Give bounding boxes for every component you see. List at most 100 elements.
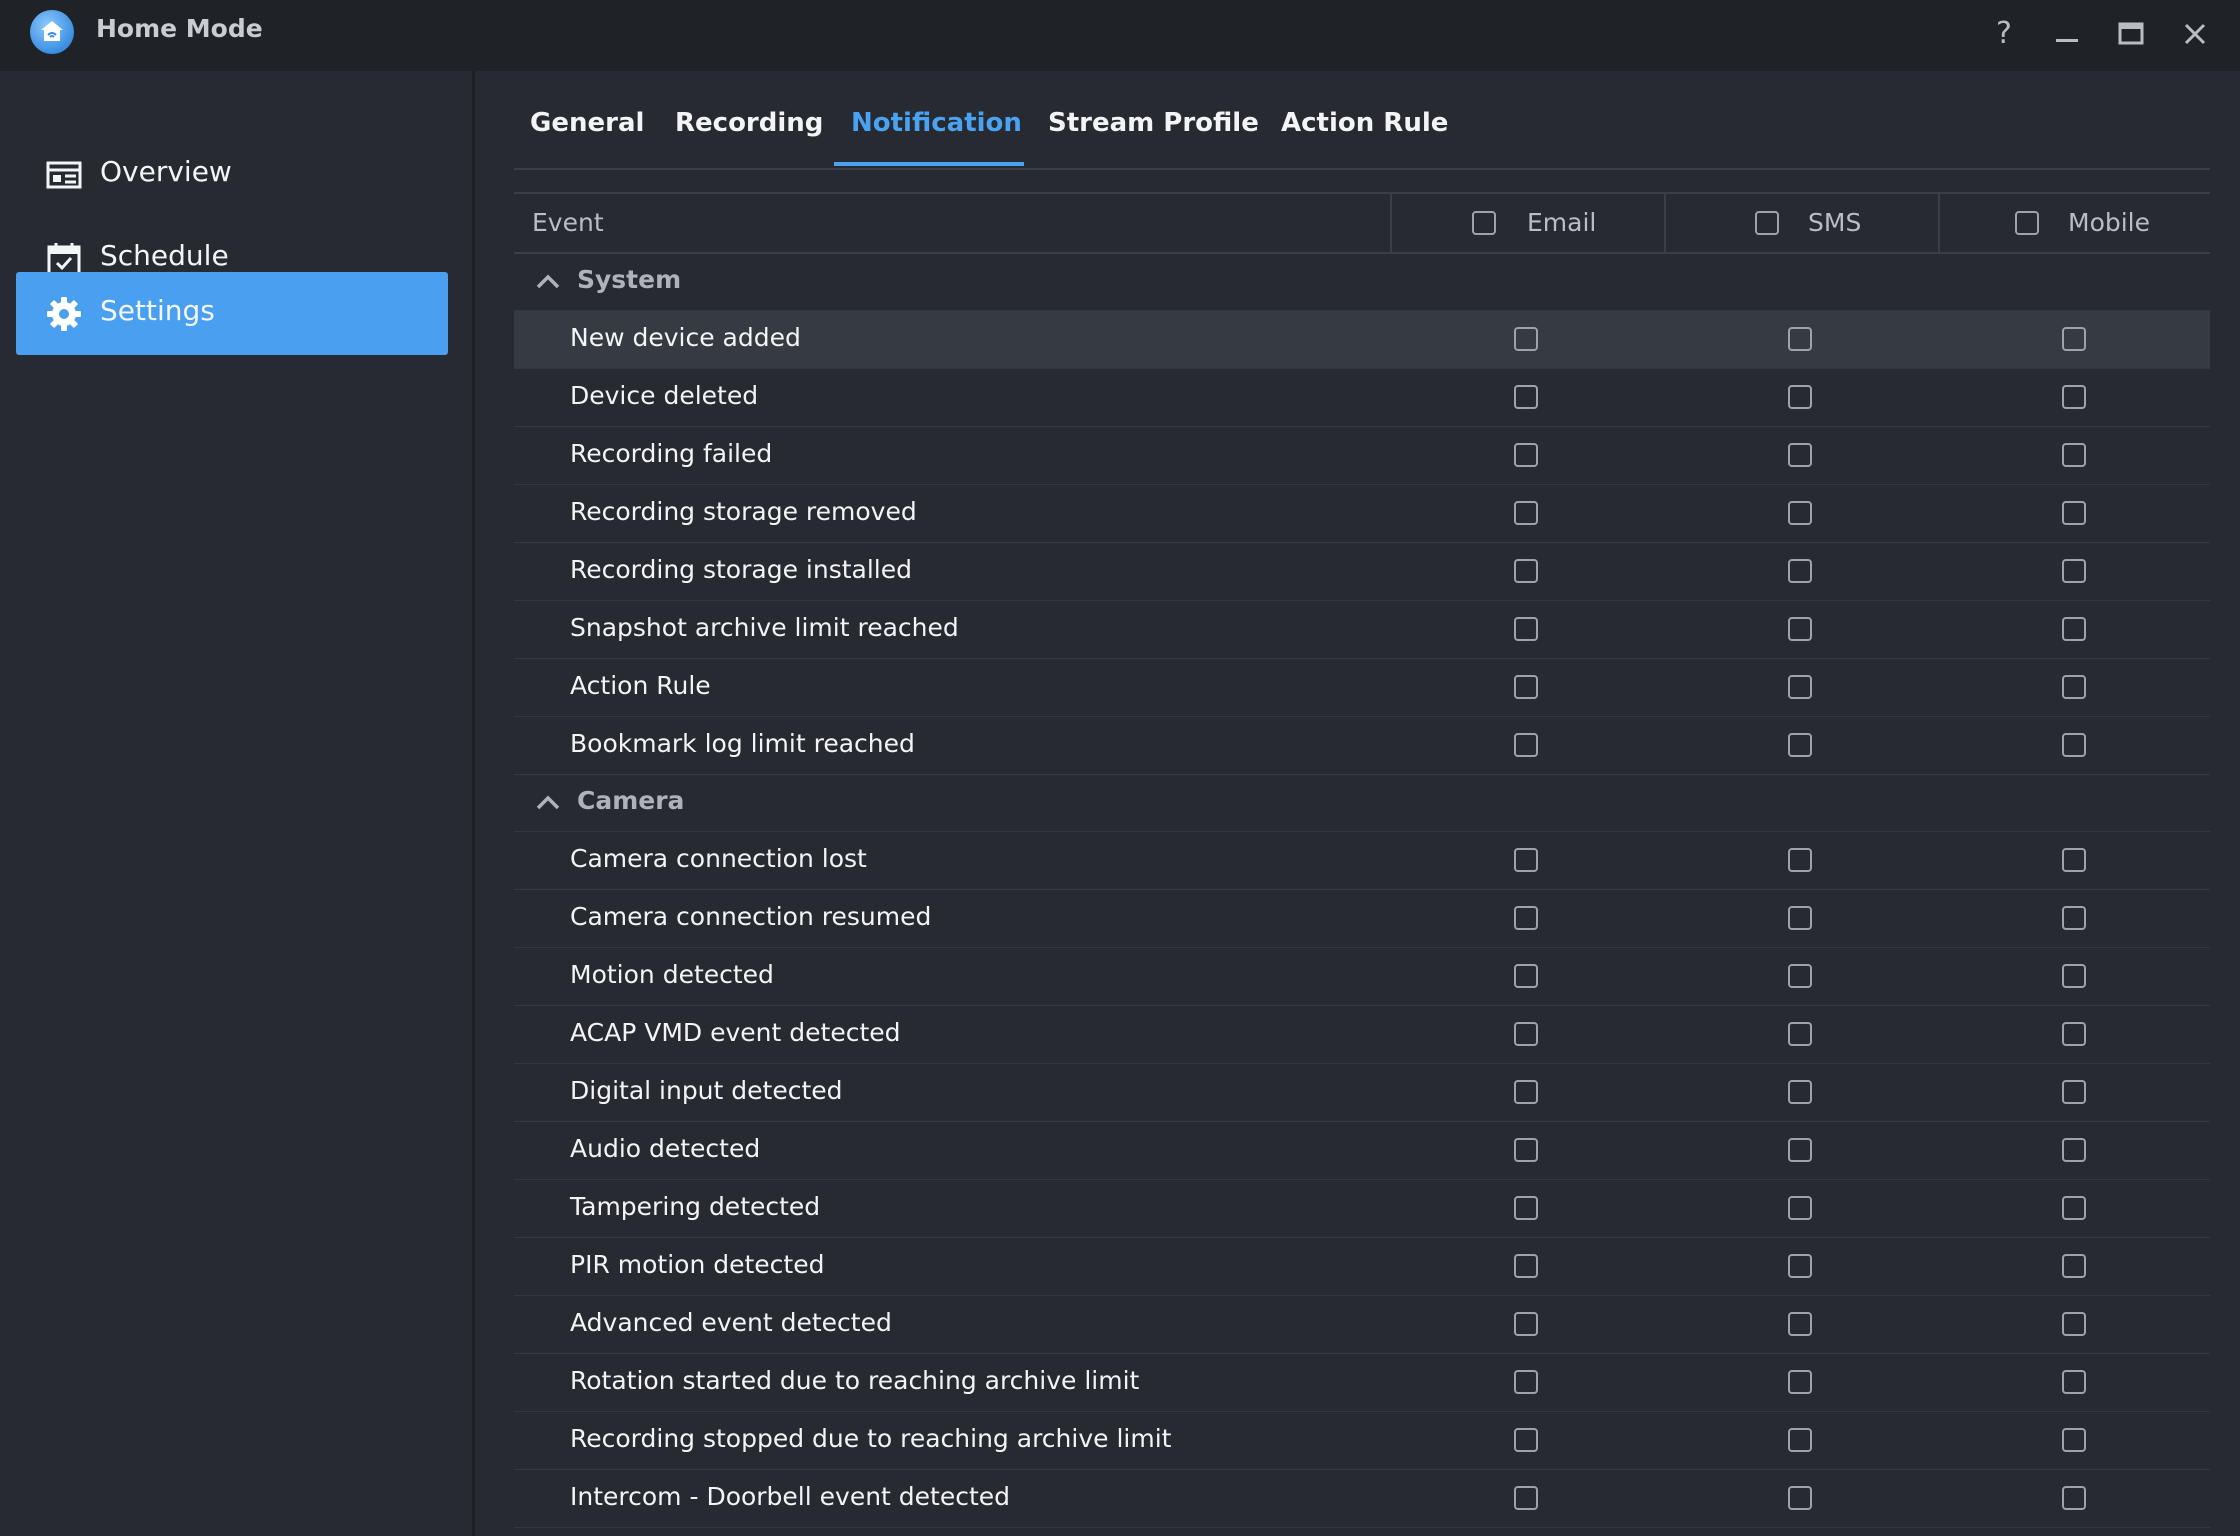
close-icon xyxy=(2184,23,2206,45)
mobile-checkbox[interactable] xyxy=(2062,327,2086,351)
email-checkbox[interactable] xyxy=(1514,1138,1538,1162)
sms-checkbox[interactable] xyxy=(1788,675,1812,699)
mobile-checkbox[interactable] xyxy=(2062,385,2086,409)
sms-checkbox[interactable] xyxy=(1788,733,1812,757)
email-checkbox[interactable] xyxy=(1514,906,1538,930)
mobile-checkbox[interactable] xyxy=(2062,1022,2086,1046)
email-checkbox[interactable] xyxy=(1514,1428,1538,1452)
mobile-checkbox[interactable] xyxy=(2062,1254,2086,1278)
sms-checkbox[interactable] xyxy=(1788,1022,1812,1046)
sms-checkbox[interactable] xyxy=(1788,1254,1812,1278)
event-label: Motion detected xyxy=(570,960,774,989)
email-checkbox[interactable] xyxy=(1514,675,1538,699)
mobile-checkbox[interactable] xyxy=(2062,501,2086,525)
sms-checkbox[interactable] xyxy=(1788,1486,1812,1510)
table-row: Recording storage installed xyxy=(514,543,2210,601)
event-label: Camera connection resumed xyxy=(570,902,932,931)
email-checkbox[interactable] xyxy=(1514,848,1538,872)
email-checkbox[interactable] xyxy=(1514,1486,1538,1510)
email-checkbox[interactable] xyxy=(1514,443,1538,467)
mobile-checkbox[interactable] xyxy=(2062,1370,2086,1394)
maximize-button[interactable] xyxy=(2109,12,2153,56)
table-row: Recording storage removed xyxy=(514,485,2210,543)
email-checkbox[interactable] xyxy=(1514,1022,1538,1046)
event-label: PIR motion detected xyxy=(570,1250,825,1279)
email-checkbox[interactable] xyxy=(1514,1080,1538,1104)
event-label: Recording stopped due to reaching archiv… xyxy=(570,1424,1172,1453)
close-button[interactable] xyxy=(2173,12,2217,56)
mobile-checkbox[interactable] xyxy=(2062,1428,2086,1452)
table-row: Bookmark log limit reached xyxy=(514,717,2210,775)
mobile-checkbox[interactable] xyxy=(2062,443,2086,467)
event-label: Snapshot archive limit reached xyxy=(570,613,959,642)
mobile-checkbox[interactable] xyxy=(2062,1196,2086,1220)
sms-select-all-checkbox[interactable] xyxy=(1755,211,1779,235)
email-checkbox[interactable] xyxy=(1514,964,1538,988)
sms-checkbox[interactable] xyxy=(1788,848,1812,872)
group-header-camera[interactable]: Camera xyxy=(514,775,2210,832)
email-checkbox[interactable] xyxy=(1514,617,1538,641)
sms-checkbox[interactable] xyxy=(1788,559,1812,583)
tab-action-rule[interactable]: Action Rule xyxy=(1281,108,1448,138)
active-tab-indicator xyxy=(834,162,1024,166)
event-label: Action Rule xyxy=(570,671,711,700)
table-row: Recording stopped due to reaching archiv… xyxy=(514,1412,2210,1470)
mobile-checkbox[interactable] xyxy=(2062,1312,2086,1336)
minimize-button[interactable] xyxy=(2045,12,2089,56)
email-checkbox[interactable] xyxy=(1514,1370,1538,1394)
event-label: Recording storage installed xyxy=(570,555,912,584)
sidebar-item-label: Overview xyxy=(100,155,232,188)
sms-checkbox[interactable] xyxy=(1788,443,1812,467)
event-label: Advanced event detected xyxy=(570,1308,892,1337)
table-row: New device added xyxy=(514,311,2210,369)
mobile-checkbox[interactable] xyxy=(2062,733,2086,757)
sms-checkbox[interactable] xyxy=(1788,385,1812,409)
sms-checkbox[interactable] xyxy=(1788,1370,1812,1394)
table-row: ACAP VMD event detected xyxy=(514,1006,2210,1064)
tab-recording[interactable]: Recording xyxy=(675,108,823,138)
mobile-checkbox[interactable] xyxy=(2062,848,2086,872)
email-checkbox[interactable] xyxy=(1514,1254,1538,1278)
sms-checkbox[interactable] xyxy=(1788,906,1812,930)
mobile-checkbox[interactable] xyxy=(2062,617,2086,641)
sms-checkbox[interactable] xyxy=(1788,1138,1812,1162)
email-checkbox[interactable] xyxy=(1514,385,1538,409)
chevron-up-icon[interactable] xyxy=(534,789,562,817)
mobile-checkbox[interactable] xyxy=(2062,675,2086,699)
mobile-select-all-checkbox[interactable] xyxy=(2015,211,2039,235)
tab-general[interactable]: General xyxy=(530,108,644,138)
email-select-all-checkbox[interactable] xyxy=(1472,211,1496,235)
mobile-checkbox[interactable] xyxy=(2062,1138,2086,1162)
sidebar-item-settings[interactable]: Settings xyxy=(16,272,448,355)
tab-stream-profile[interactable]: Stream Profile xyxy=(1048,108,1259,138)
group-header-system[interactable]: System xyxy=(514,254,2210,311)
table-row: Device deleted xyxy=(514,369,2210,427)
sms-checkbox[interactable] xyxy=(1788,964,1812,988)
mobile-checkbox[interactable] xyxy=(2062,964,2086,988)
email-checkbox[interactable] xyxy=(1514,327,1538,351)
mobile-checkbox[interactable] xyxy=(2062,1486,2086,1510)
event-label: New device added xyxy=(570,323,801,352)
mobile-checkbox[interactable] xyxy=(2062,559,2086,583)
email-checkbox[interactable] xyxy=(1514,559,1538,583)
sidebar-item-overview[interactable]: Overview xyxy=(16,133,448,216)
email-checkbox[interactable] xyxy=(1514,501,1538,525)
sms-checkbox[interactable] xyxy=(1788,327,1812,351)
mobile-checkbox[interactable] xyxy=(2062,906,2086,930)
overview-icon xyxy=(46,161,82,189)
sms-checkbox[interactable] xyxy=(1788,1428,1812,1452)
sms-checkbox[interactable] xyxy=(1788,501,1812,525)
sms-checkbox[interactable] xyxy=(1788,1080,1812,1104)
email-checkbox[interactable] xyxy=(1514,1312,1538,1336)
email-checkbox[interactable] xyxy=(1514,733,1538,757)
group-label: System xyxy=(577,265,682,294)
tab-notification[interactable]: Notification xyxy=(851,108,1022,138)
chevron-up-icon[interactable] xyxy=(534,268,562,296)
sms-checkbox[interactable] xyxy=(1788,617,1812,641)
table-row: Camera connection resumed xyxy=(514,890,2210,948)
sms-checkbox[interactable] xyxy=(1788,1312,1812,1336)
help-button[interactable]: ? xyxy=(1982,12,2026,56)
sms-checkbox[interactable] xyxy=(1788,1196,1812,1220)
email-checkbox[interactable] xyxy=(1514,1196,1538,1220)
mobile-checkbox[interactable] xyxy=(2062,1080,2086,1104)
